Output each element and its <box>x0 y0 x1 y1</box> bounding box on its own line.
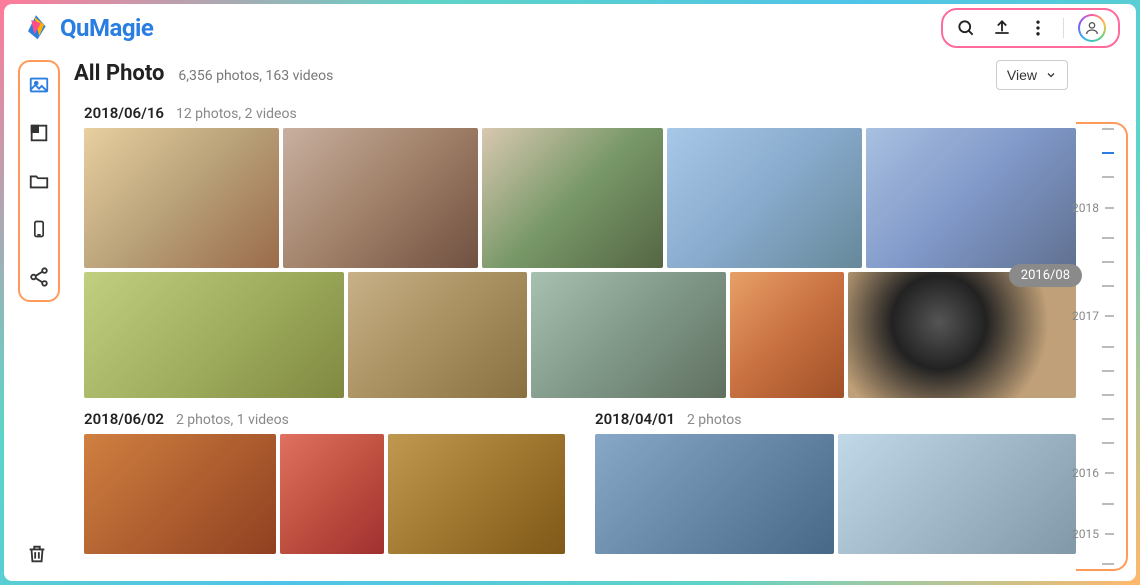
page-subtitle: 6,356 photos, 163 videos <box>178 68 333 84</box>
main-content: All Photo 6,356 photos, 163 videos View … <box>74 60 1076 581</box>
thumbnail-row <box>84 434 565 554</box>
section-date: 2018/06/02 <box>84 410 164 428</box>
logo-icon <box>20 12 52 44</box>
photo-thumbnail[interactable] <box>348 272 527 398</box>
section-date: 2018/06/16 <box>84 104 164 122</box>
timeline-year[interactable]: 2017 <box>1072 309 1122 323</box>
timeline-tick[interactable] <box>1072 503 1122 505</box>
timeline-year[interactable]: 2016 <box>1072 466 1122 480</box>
page-title: All Photo <box>74 61 164 86</box>
photo-thumbnail[interactable] <box>84 272 344 398</box>
section-col: 2018/06/02 2 photos, 1 videos <box>84 402 565 558</box>
section-count: 2 photos <box>687 412 742 428</box>
sidebar <box>18 60 60 302</box>
section-date: 2018/04/01 <box>595 410 675 428</box>
photo-thumbnail[interactable] <box>482 128 662 268</box>
section-count: 2 photos, 1 videos <box>176 412 289 428</box>
photo-thumbnail[interactable] <box>388 434 565 554</box>
timeline-tooltip-label: 2016/08 <box>1021 268 1070 283</box>
timeline-tick[interactable] <box>1072 285 1122 287</box>
timeline-inner: 2018 2017 2016 2015 <box>1072 128 1122 565</box>
thumbnail-row <box>84 272 1076 398</box>
sidebar-item-device[interactable] <box>26 216 52 242</box>
thumbnail-row <box>84 128 1076 268</box>
timeline-tick[interactable] <box>1072 442 1122 444</box>
logo-text: QuMagie <box>60 14 153 42</box>
timeline-tick[interactable] <box>1072 394 1122 396</box>
section-col: 2018/04/01 2 photos <box>595 402 1076 558</box>
sidebar-item-albums[interactable] <box>26 120 52 146</box>
timeline-tick[interactable] <box>1072 346 1122 348</box>
section-header: 2018/06/16 12 photos, 2 videos <box>84 104 1076 122</box>
photo-thumbnail[interactable] <box>531 272 726 398</box>
app-window: QuMagie <box>4 4 1136 581</box>
logo[interactable]: QuMagie <box>20 12 153 44</box>
timeline-tick[interactable] <box>1072 370 1122 372</box>
sidebar-item-photos[interactable] <box>26 72 52 98</box>
more-icon[interactable] <box>1027 17 1049 39</box>
timeline-tick[interactable] <box>1072 152 1122 154</box>
timeline-year[interactable]: 2015 <box>1072 527 1122 541</box>
title-row: All Photo 6,356 photos, 163 videos View <box>74 60 1076 90</box>
thumbnail-row <box>595 434 1076 554</box>
photo-thumbnail[interactable] <box>866 128 1076 268</box>
photo-thumbnail[interactable] <box>84 434 276 554</box>
trash-button[interactable] <box>24 541 50 567</box>
search-icon[interactable] <box>955 17 977 39</box>
photo-thumbnail[interactable] <box>280 434 383 554</box>
timeline-tick[interactable] <box>1072 563 1122 565</box>
photo-thumbnail[interactable] <box>838 434 1077 554</box>
profile-button[interactable] <box>1078 14 1106 42</box>
app-header: QuMagie <box>4 4 1136 52</box>
view-button[interactable]: View <box>996 60 1068 90</box>
header-actions <box>941 8 1120 48</box>
chevron-down-icon <box>1045 69 1057 81</box>
sidebar-item-share[interactable] <box>26 264 52 290</box>
header-icons-group <box>941 8 1120 48</box>
timeline-year[interactable]: 2018 <box>1072 201 1122 215</box>
timeline-scrollbar[interactable]: 2018 2017 2016 2015 <box>1076 122 1128 571</box>
photo-thumbnail[interactable] <box>283 128 478 268</box>
split-sections: 2018/06/02 2 photos, 1 videos 2018/04/01… <box>84 402 1076 558</box>
photo-thumbnail[interactable] <box>730 272 844 398</box>
section-count: 12 photos, 2 videos <box>176 106 297 122</box>
upload-icon[interactable] <box>991 17 1013 39</box>
section-header: 2018/06/02 2 photos, 1 videos <box>84 410 565 428</box>
timeline-tick[interactable] <box>1072 176 1122 178</box>
photo-thumbnail[interactable] <box>848 272 1076 398</box>
photo-thumbnail[interactable] <box>84 128 279 268</box>
photo-thumbnail[interactable] <box>667 128 862 268</box>
timeline-tooltip: 2016/08 <box>1009 264 1082 287</box>
profile-icon <box>1080 16 1104 40</box>
view-button-label: View <box>1007 67 1037 83</box>
timeline-tick[interactable] <box>1072 237 1122 239</box>
timeline-tick[interactable] <box>1072 261 1122 263</box>
timeline-tick[interactable] <box>1072 128 1122 130</box>
sidebar-item-folder[interactable] <box>26 168 52 194</box>
photo-thumbnail[interactable] <box>595 434 834 554</box>
timeline-tick[interactable] <box>1072 418 1122 420</box>
separator <box>1063 18 1064 38</box>
section-header: 2018/04/01 2 photos <box>595 410 1076 428</box>
